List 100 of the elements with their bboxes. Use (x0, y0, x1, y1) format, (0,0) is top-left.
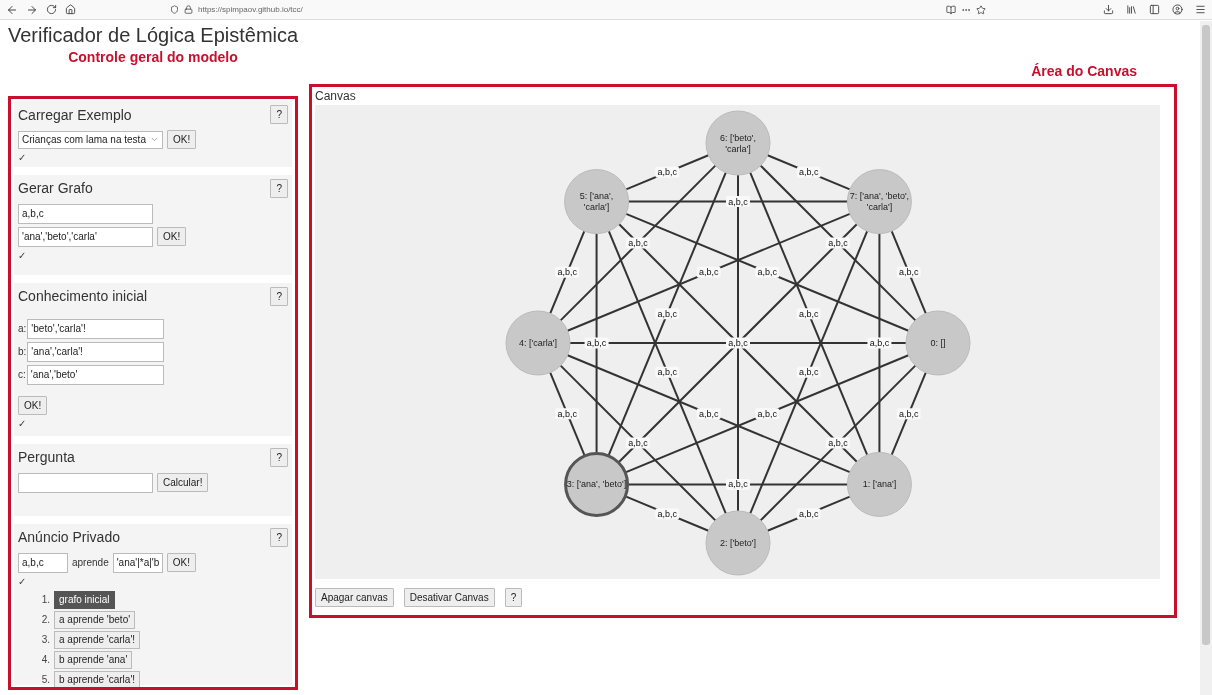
edge-label: a,b,c (655, 166, 680, 178)
history-item[interactable]: a aprende 'carla'! (54, 630, 141, 649)
status-check: ✓ (18, 249, 27, 262)
input-field[interactable]: 'ana','beto','carla' (18, 226, 153, 247)
input-field[interactable]: 'ana','beto' (26, 364, 164, 385)
node-label: 2: ['beto'] (720, 538, 756, 548)
node-label: 1: ['ana'] (862, 479, 897, 490)
node-label: 4: ['carla'] (519, 338, 557, 348)
ok-button[interactable]: OK! (166, 553, 196, 573)
canvas-button[interactable]: Apagar canvas (315, 588, 394, 607)
reader-icon[interactable] (946, 4, 956, 15)
edge-label: a,b,c (726, 478, 750, 490)
graph-node[interactable] (705, 510, 771, 576)
reload-icon[interactable] (46, 4, 57, 15)
edge-label: a,b,c (626, 437, 650, 449)
edge-label: a,b,c (655, 366, 680, 378)
input-field[interactable]: 'ana','carla'! (27, 341, 165, 362)
node-label: 5: ['ana', 'carla'] (579, 191, 614, 213)
list-number: 4. (40, 654, 50, 666)
graph-node[interactable] (564, 451, 630, 517)
edge-label: a,b,c (896, 408, 921, 420)
section-title: Gerar Grafo (18, 180, 93, 196)
ok-button[interactable]: Calcular! (157, 473, 209, 493)
canvas-caption: Área do Canvas (1030, 62, 1137, 80)
agent-label: a: (18, 323, 27, 334)
edge-label: a,b,c (696, 408, 721, 420)
edge-label: a,b,c (796, 308, 821, 320)
graph-node[interactable] (846, 451, 912, 517)
edge-label: a,b,c (755, 408, 780, 420)
status-check: ✓ (18, 575, 27, 588)
graph-node[interactable] (905, 310, 971, 376)
home-icon[interactable] (65, 4, 76, 15)
history-item[interactable]: grafo inicial (54, 590, 115, 609)
edge-label: a,b,c (696, 266, 721, 278)
scrollbar[interactable] (1200, 21, 1212, 695)
status-check: ✓ (18, 417, 27, 430)
help-button[interactable]: ? (270, 286, 288, 306)
input-field[interactable]: 'ana'|*a|'b (112, 552, 163, 573)
shield-icon (170, 5, 179, 14)
back-icon[interactable] (6, 3, 18, 16)
graph-node[interactable] (564, 169, 630, 235)
node-label: 6: ['beto', 'carla'] (720, 132, 756, 154)
forward-icon[interactable] (26, 3, 38, 16)
canvas-title: Canvas (315, 89, 357, 103)
input-field[interactable]: a,b,c (18, 552, 68, 573)
help-button[interactable]: ? (270, 527, 288, 547)
download-icon[interactable] (1103, 4, 1114, 15)
input-field[interactable]: 'beto','carla'! (27, 318, 165, 339)
node-label: 3: ['ana', 'beto'] (566, 479, 627, 490)
sidebar-icon[interactable] (1149, 4, 1160, 15)
ok-button[interactable]: OK! (157, 227, 187, 246)
edge-label: a,b,c (726, 337, 750, 349)
edge-label: a,b,c (796, 166, 821, 178)
agent-label: c: (18, 369, 26, 380)
ok-button[interactable]: OK! (18, 395, 48, 415)
page-title: Verificador de Lógica Epistêmica (8, 23, 300, 48)
list-number: 5. (40, 674, 50, 686)
graph-node[interactable] (846, 169, 912, 235)
list-number: 3. (40, 634, 50, 646)
edge-label: a,b,c (555, 408, 580, 420)
bookmark-icon[interactable] (976, 4, 986, 15)
account-icon[interactable] (1172, 4, 1183, 15)
edge-label: a,b,c (826, 437, 850, 449)
edge-label: a,b,c (755, 266, 780, 278)
section-title: Pergunta (18, 449, 75, 466)
edge-label: a,b,c (826, 237, 850, 249)
canvas-button[interactable]: ? (504, 588, 523, 607)
library-icon[interactable] (1126, 4, 1137, 15)
edge-label: a,b,c (896, 266, 921, 278)
help-button[interactable]: ? (270, 447, 288, 467)
edge-label: a,b,c (867, 337, 892, 349)
edge-label: a,b,c (726, 196, 750, 208)
input-field[interactable]: a,b,c (18, 203, 153, 224)
agent-label: b: (18, 346, 27, 357)
menu-icon[interactable] (1195, 4, 1206, 15)
chevron-down-icon (149, 135, 159, 144)
canvas-button[interactable]: Desativar Canvas (403, 588, 495, 607)
history-item[interactable]: b aprende 'ana' (54, 650, 133, 669)
ok-button[interactable]: OK! (167, 130, 197, 149)
list-number: 1. (40, 594, 50, 606)
node-label: 7: ['ana', 'beto', 'carla'] (849, 191, 910, 213)
help-button[interactable]: ? (270, 178, 288, 198)
help-button[interactable]: ? (270, 105, 288, 124)
status-check: ✓ (18, 152, 27, 164)
edge-label: a,b,c (796, 366, 821, 378)
example-select[interactable]: Crianças com lama na testa (18, 130, 163, 149)
history-item[interactable]: b aprende 'carla'! (54, 670, 141, 687)
history-item[interactable]: a aprende 'beto' (54, 610, 136, 629)
graph-node[interactable] (505, 310, 571, 376)
question-field[interactable] (18, 472, 153, 493)
panel-caption: Controle geral do modelo (67, 48, 239, 66)
edge-label: a,b,c (655, 508, 680, 520)
edge-label: a,b,c (555, 266, 580, 278)
node-label: 0: [] (930, 338, 946, 348)
graph-node[interactable] (705, 110, 771, 176)
section-title: Carregar Exemplo (18, 106, 132, 123)
list-number: 2. (40, 614, 50, 626)
section-title: Anúncio Privado (18, 529, 120, 546)
lock-icon (184, 5, 193, 14)
edge-label: a,b,c (626, 237, 650, 249)
